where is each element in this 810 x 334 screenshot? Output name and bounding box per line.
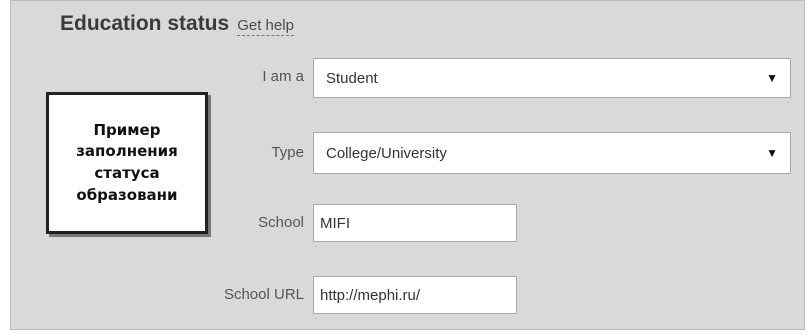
school-input[interactable] (313, 204, 517, 242)
i-am-a-value: Student (326, 69, 378, 87)
i-am-a-select[interactable]: Student ▼ (313, 58, 791, 98)
school-label: School (258, 214, 304, 231)
annotation-note: Пример заполнения статуса образовани (46, 92, 208, 234)
annotation-line: Пример (93, 120, 161, 139)
get-help-link[interactable]: Get help (237, 17, 294, 36)
annotation-text: Пример заполнения статуса образовани (76, 120, 178, 207)
annotation-line: образовани (76, 185, 178, 204)
school-url-label: School URL (223, 286, 304, 303)
school-url-input[interactable] (313, 276, 517, 314)
type-select[interactable]: College/University ▼ (313, 132, 791, 174)
type-label: Type (271, 144, 304, 161)
type-value: College/University (326, 144, 447, 162)
i-am-a-label: I am a (262, 68, 304, 85)
dropdown-arrow-icon: ▼ (766, 71, 778, 85)
annotation-line: заполнения (76, 142, 178, 161)
dropdown-arrow-icon: ▼ (766, 146, 778, 160)
annotation-line: статуса (94, 164, 160, 182)
section-title: Education status (60, 12, 230, 35)
section-header: Education status Get help (60, 12, 294, 36)
